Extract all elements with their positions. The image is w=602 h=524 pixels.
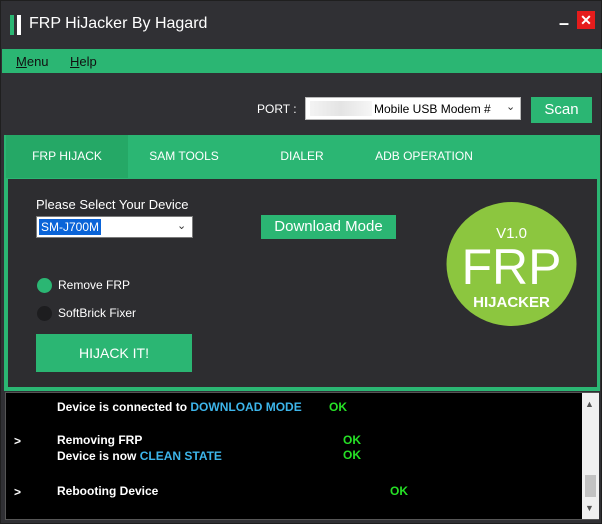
select-device-label: Please Select Your Device: [36, 197, 189, 212]
logo-hijacker-text: HIJACKER: [473, 294, 550, 311]
frp-hijacker-logo: V1.0 FRP HIJACKER: [446, 202, 577, 326]
port-select[interactable]: Mobile USB Modem # ⌄: [305, 97, 521, 120]
scroll-down-icon[interactable]: ▼: [585, 503, 594, 513]
close-button[interactable]: ✕: [577, 11, 595, 29]
download-mode-button[interactable]: Download Mode: [261, 215, 396, 239]
radio-checked-icon: [37, 278, 52, 293]
chevron-down-icon: ⌄: [506, 101, 516, 113]
log-arrow-2: >: [14, 434, 22, 448]
title-bar[interactable]: FRP HiJacker By Hagard – ✕: [1, 1, 601, 49]
menu-item-menu[interactable]: Menu: [16, 54, 49, 69]
log-status-4: OK: [390, 484, 408, 498]
log-line-4: Rebooting Device: [57, 484, 159, 498]
scan-button[interactable]: Scan: [531, 97, 592, 123]
app-logo-icon: [10, 15, 23, 35]
tabs-panel: FRP HIJACK SAM TOOLS DIALER ADB OPERATIO…: [4, 135, 600, 391]
hijack-it-button[interactable]: HIJACK IT!: [36, 334, 192, 372]
log-line-3: Device is now CLEAN STATE: [57, 449, 222, 463]
app-window: FRP HiJacker By Hagard – ✕ Menu Help POR…: [0, 0, 602, 524]
logo-frp-text: FRP: [462, 239, 562, 295]
log-status-1: OK: [329, 400, 347, 414]
port-label: PORT :: [257, 102, 297, 116]
log-status-3: OK: [343, 448, 361, 462]
scroll-thumb[interactable]: [585, 475, 596, 497]
log-arrow-4: >: [14, 485, 22, 499]
window-title: FRP HiJacker By Hagard: [29, 15, 208, 32]
device-select[interactable]: SM-J700M ⌄: [36, 216, 193, 238]
menu-item-help[interactable]: Help: [70, 54, 97, 69]
port-redacted-area: [310, 101, 372, 116]
device-select-value: SM-J700M: [39, 219, 102, 235]
frp-hijack-content: Please Select Your Device SM-J700M ⌄ Dow…: [8, 179, 597, 387]
tab-frp-hijack[interactable]: FRP HIJACK: [6, 135, 128, 178]
scroll-up-icon[interactable]: ▲: [585, 399, 594, 409]
radio-unchecked-icon: [37, 306, 52, 321]
radio-softbrick-fixer-label: SoftBrick Fixer: [58, 306, 137, 320]
log-line-1: Device is connected to DOWNLOAD MODE: [57, 400, 302, 414]
minimize-button[interactable]: –: [556, 13, 572, 33]
log-line-2: Removing FRP: [57, 433, 143, 447]
tab-sam-tools[interactable]: SAM TOOLS: [128, 135, 240, 178]
log-output[interactable]: Device is connected to DOWNLOAD MODE OK …: [5, 392, 599, 520]
radio-remove-frp-label: Remove FRP: [58, 278, 131, 292]
menu-bar: Menu Help: [2, 49, 602, 73]
chevron-down-icon: ⌄: [177, 220, 187, 232]
tab-adb-operation[interactable]: ADB OPERATION: [366, 135, 482, 178]
port-select-value: Mobile USB Modem #: [374, 102, 491, 116]
log-status-2: OK: [343, 433, 361, 447]
log-scrollbar[interactable]: ▲ ▼: [582, 393, 599, 519]
tab-dialer[interactable]: DIALER: [252, 135, 352, 178]
